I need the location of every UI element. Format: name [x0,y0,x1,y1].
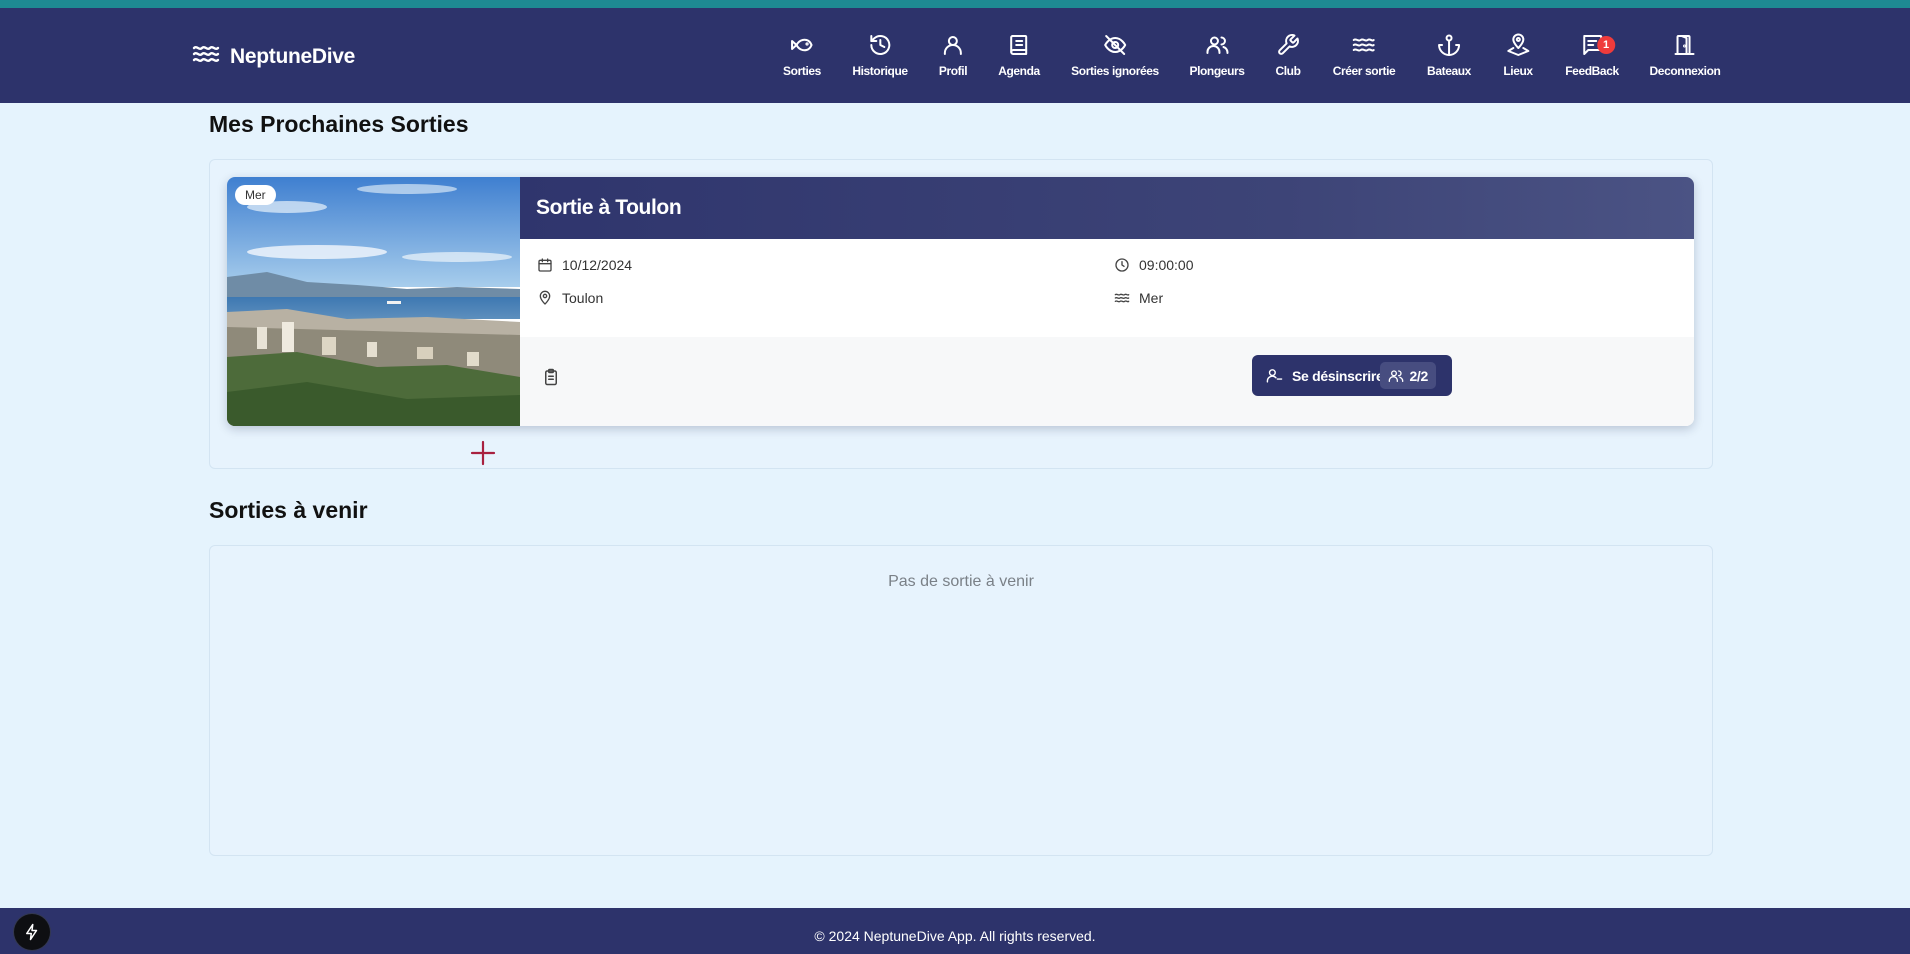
fish-icon [789,32,815,58]
nav-item-historique[interactable]: Historique [852,32,908,78]
unsubscribe-button[interactable]: Se désinscrire 2/2 [1252,355,1452,396]
user-icon [940,32,966,58]
nav-item-deconnexion[interactable]: Deconnexion [1650,32,1721,78]
empty-message: Pas de sortie à venir [888,573,1034,590]
footer: © 2024 NeptuneDive App. All rights reser… [0,908,1910,954]
lightning-icon [26,923,38,941]
calendar-icon [538,258,552,272]
nav-label: Historique [852,64,908,78]
nav-label: Créer sortie [1332,64,1396,78]
user-minus-icon [1266,369,1283,383]
nav-item-sorties[interactable]: Sorties [783,32,821,78]
navbar: NeptuneDive Sorties Historique Profil Ag… [0,8,1910,103]
waves-icon [1351,32,1377,58]
date-value: 10/12/2024 [562,257,633,273]
brand[interactable]: NeptuneDive [192,43,355,70]
time-value: 09:00:00 [1139,257,1194,273]
map-pin-icon [539,290,551,305]
history-icon [867,32,893,58]
nav-item-lieux[interactable]: Lieux [1503,32,1533,78]
nav-label: Bateaux [1427,64,1471,78]
clock-icon [1115,258,1129,272]
wrench-icon [1275,32,1301,58]
notification-badge: 1 [1597,36,1615,54]
nav-item-agenda[interactable]: Agenda [998,32,1040,78]
nav-label: Profil [938,64,968,78]
participants-value: 2/2 [1409,367,1428,384]
outing-location: Toulon [537,290,603,306]
nav-item-plongeurs[interactable]: Plongeurs [1189,32,1245,78]
waves-icon [1114,293,1130,303]
users-icon [1204,32,1230,58]
nav-label: Sorties [783,64,821,78]
clipboard-icon[interactable] [542,368,560,386]
environment-value: Mer [1139,290,1164,306]
anchor-icon [1436,32,1462,58]
nav-item-profil[interactable]: Profil [938,32,968,78]
upcoming-outings-panel: Pas de sortie à venir [209,545,1713,856]
type-tag: Mer [235,185,276,205]
outing-time: 09:00:00 [1114,257,1194,273]
my-outings-title: Mes Prochaines Sorties [209,111,469,137]
outing-image: Mer [227,177,520,426]
waves-icon [192,43,220,70]
brand-name: NeptuneDive [230,44,356,68]
eye-off-icon [1102,32,1128,58]
nav-label: Club [1275,64,1301,78]
top-accent-stripe [0,0,1910,8]
nav-item-creer-sortie[interactable]: Créer sortie [1333,32,1396,78]
add-icon[interactable] [470,440,496,466]
dev-tools-button[interactable] [14,914,50,950]
footer-text: © 2024 NeptuneDive App. All rights reser… [814,928,1096,944]
message-icon: 1 [1579,32,1615,58]
nav-label: FeedBack [1565,64,1619,78]
book-icon [1006,32,1032,58]
nav-label: Lieux [1503,64,1533,78]
outing-card-header: Sortie à Toulon [520,177,1694,239]
nav-item-sorties-ignorees[interactable]: Sorties ignorées [1071,32,1159,78]
unsubscribe-label: Se désinscrire [1292,367,1384,384]
nav-label: Agenda [998,64,1040,78]
outing-date: 10/12/2024 [537,257,632,273]
door-icon [1672,32,1698,58]
nav-item-bateaux[interactable]: Bateaux [1427,32,1471,78]
nav-item-club[interactable]: Club [1275,32,1301,78]
nav-label: Sorties ignorées [1071,64,1159,78]
map-pin-icon [1505,32,1531,58]
nav-label: Deconnexion [1649,64,1721,78]
users-icon [1389,369,1404,382]
upcoming-outings-title: Sorties à venir [209,497,368,523]
outing-title: Sortie à Toulon [536,196,682,219]
outing-card: Mer Sortie à Toulon 10/12/2024 Toulon 09… [227,177,1694,426]
nav-label: Plongeurs [1189,64,1245,78]
outing-environment: Mer [1114,290,1163,306]
location-value: Toulon [562,290,604,306]
participants-count: 2/2 [1380,362,1436,389]
nav-item-feedback[interactable]: 1 FeedBack [1565,32,1619,78]
outing-card-footer [520,337,1694,426]
